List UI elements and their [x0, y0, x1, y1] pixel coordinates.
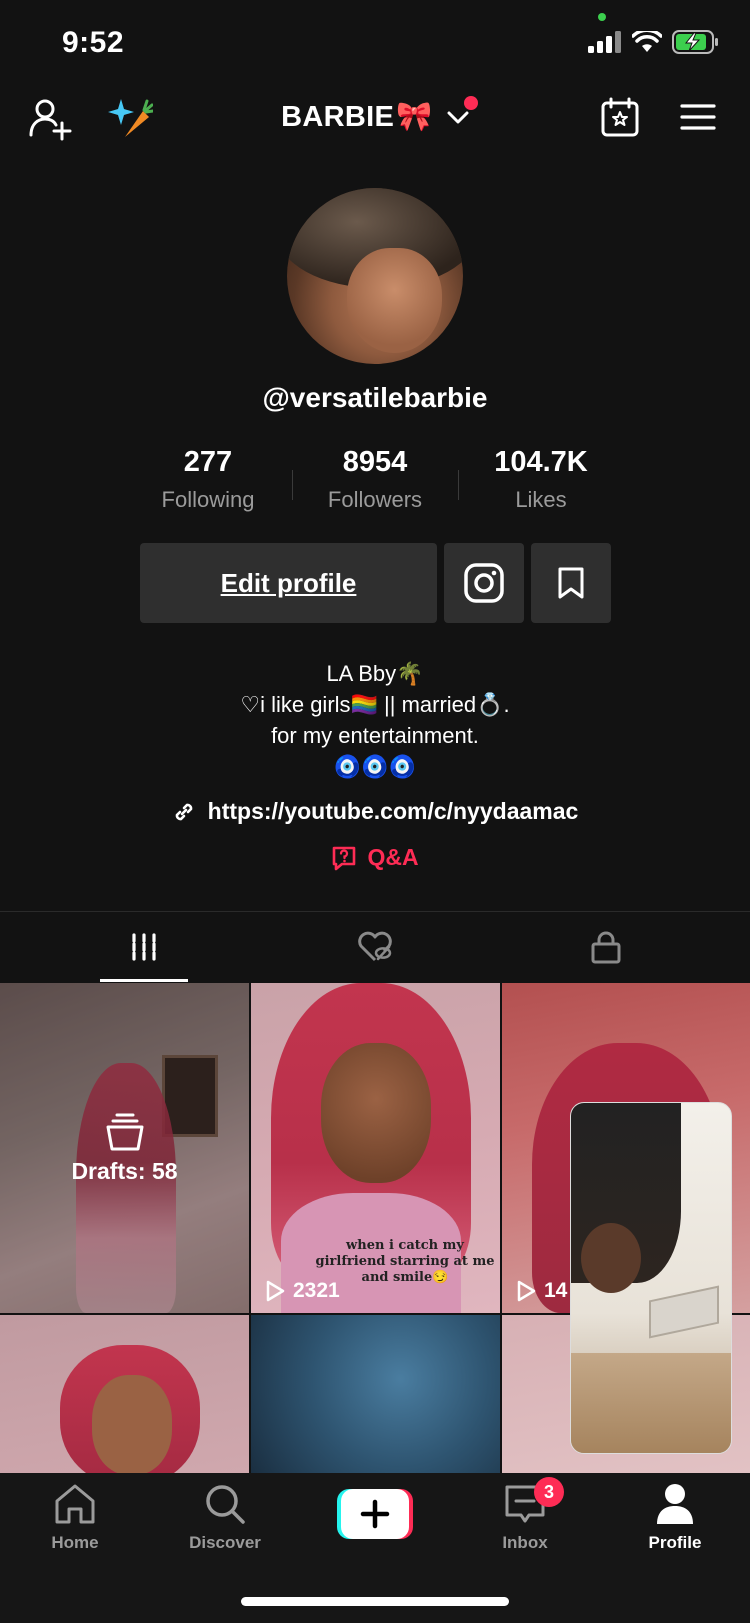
- hidden-heart-icon: [358, 931, 392, 962]
- tile-face: [92, 1375, 172, 1473]
- grid-columns-icon: [132, 933, 156, 961]
- account-name: BARBIE: [281, 101, 395, 133]
- drafts-tray-icon: [106, 1113, 143, 1150]
- calendar-button[interactable]: [600, 96, 640, 138]
- search-icon: [206, 1485, 245, 1524]
- video-tile[interactable]: when i catch my girlfriend starring at m…: [251, 983, 500, 1313]
- nav-label: Home: [51, 1533, 99, 1552]
- play-icon: [517, 1280, 536, 1302]
- nav-discover[interactable]: Discover: [150, 1483, 300, 1553]
- stat-label: Followers: [327, 487, 423, 512]
- stat-label: Likes: [515, 487, 567, 512]
- profile-stats: 277 Following 8954 Followers 104.7K Like…: [0, 446, 750, 516]
- stat-label: Following: [161, 487, 255, 512]
- instagram-button[interactable]: [444, 543, 524, 623]
- pip-head: [581, 1223, 641, 1293]
- profile-avatar[interactable]: [287, 188, 463, 364]
- active-tab-indicator: [100, 979, 188, 982]
- play-icon: [266, 1280, 285, 1302]
- play-count: 2321: [265, 1279, 340, 1303]
- battery-charging-icon: [672, 30, 718, 54]
- video-tile[interactable]: [0, 1315, 249, 1473]
- tab-liked[interactable]: [250, 912, 500, 982]
- bookmark-icon: [558, 567, 584, 599]
- plus-icon: [337, 1489, 413, 1539]
- wifi-icon: [632, 31, 662, 52]
- tab-videos[interactable]: [19, 912, 269, 982]
- bio-line: for my entertainment.: [271, 723, 479, 748]
- nav-label: Discover: [189, 1533, 261, 1552]
- play-count-value: 14: [544, 1279, 568, 1302]
- stat-following[interactable]: 277 Following: [124, 446, 292, 513]
- picture-in-picture-video[interactable]: [570, 1102, 732, 1454]
- status-time: 9:52: [62, 26, 125, 59]
- stat-likes[interactable]: 104.7K Likes: [457, 446, 625, 513]
- nav-inbox[interactable]: Inbox: [450, 1483, 600, 1553]
- hamburger-menu-icon: [680, 104, 716, 130]
- profile-handle: @versatilebarbie: [262, 382, 488, 413]
- lock-icon: [591, 931, 621, 964]
- tab-private[interactable]: [481, 912, 731, 982]
- calendar-star-icon: [601, 97, 639, 137]
- qa-button[interactable]: Q&A: [0, 844, 750, 871]
- notification-dot: [464, 96, 478, 110]
- nav-label: Profile: [648, 1533, 702, 1552]
- tile-face: [321, 1043, 431, 1183]
- chevron-down-icon: [447, 111, 469, 124]
- pip-vent: [649, 1285, 719, 1339]
- play-count-value: 2321: [293, 1279, 340, 1302]
- privacy-indicator-dot: [598, 13, 606, 21]
- home-indicator[interactable]: [241, 1597, 509, 1606]
- drafts-count: Drafts: 58: [71, 1157, 178, 1184]
- profile-link-text: https://youtube.com/c/nyydaamac: [207, 798, 579, 824]
- inbox-badge: 3: [534, 1477, 564, 1507]
- drafts-overlay: Drafts: 58: [0, 983, 249, 1313]
- stat-value: 277: [183, 446, 233, 478]
- instagram-icon: [464, 563, 504, 603]
- avatar-face: [347, 248, 442, 353]
- profile-link[interactable]: https://youtube.com/c/nyydaamac: [0, 798, 750, 825]
- create-video-button[interactable]: [337, 1489, 413, 1539]
- video-caption: when i catch my girlfriend starring at m…: [315, 1238, 495, 1285]
- nav-label: Inbox: [502, 1533, 548, 1552]
- stat-followers[interactable]: 8954 Followers: [291, 446, 459, 513]
- pip-floor: [571, 1353, 731, 1453]
- profile-header: BARBIE🎀: [0, 90, 750, 170]
- bio-line: ♡i like girls🏳️‍🌈 || married💍.: [240, 692, 510, 717]
- profile-bio: LA Bby🌴 ♡i like girls🏳️‍🌈 || married💍. f…: [0, 658, 750, 782]
- nav-home[interactable]: Home: [0, 1483, 150, 1553]
- cellular-signal-icon: [588, 31, 621, 53]
- status-bar: 9:52: [0, 0, 750, 90]
- qa-label: Q&A: [367, 844, 419, 870]
- drafts-tile[interactable]: Drafts: 58: [0, 983, 249, 1313]
- account-name-emoji: 🎀: [396, 101, 433, 133]
- favorites-button[interactable]: [531, 543, 611, 623]
- video-tile[interactable]: [251, 1315, 500, 1473]
- bio-line: LA Bby🌴: [326, 661, 424, 686]
- stat-value: 8954: [342, 446, 408, 478]
- play-count: 14: [516, 1279, 567, 1303]
- stat-value: 104.7K: [494, 446, 588, 478]
- status-icons: [588, 30, 720, 54]
- menu-button[interactable]: [680, 102, 716, 132]
- content-tabs: [0, 912, 750, 982]
- home-icon: [55, 1484, 95, 1524]
- bio-line: 🧿🧿🧿: [333, 754, 417, 779]
- edit-profile-button[interactable]: Edit profile: [140, 543, 437, 623]
- profile-icon: [657, 1484, 693, 1524]
- link-icon: [175, 803, 192, 820]
- nav-profile[interactable]: Profile: [600, 1483, 750, 1553]
- profile-actions: Edit profile: [0, 543, 750, 623]
- question-bubble-icon: [333, 846, 356, 870]
